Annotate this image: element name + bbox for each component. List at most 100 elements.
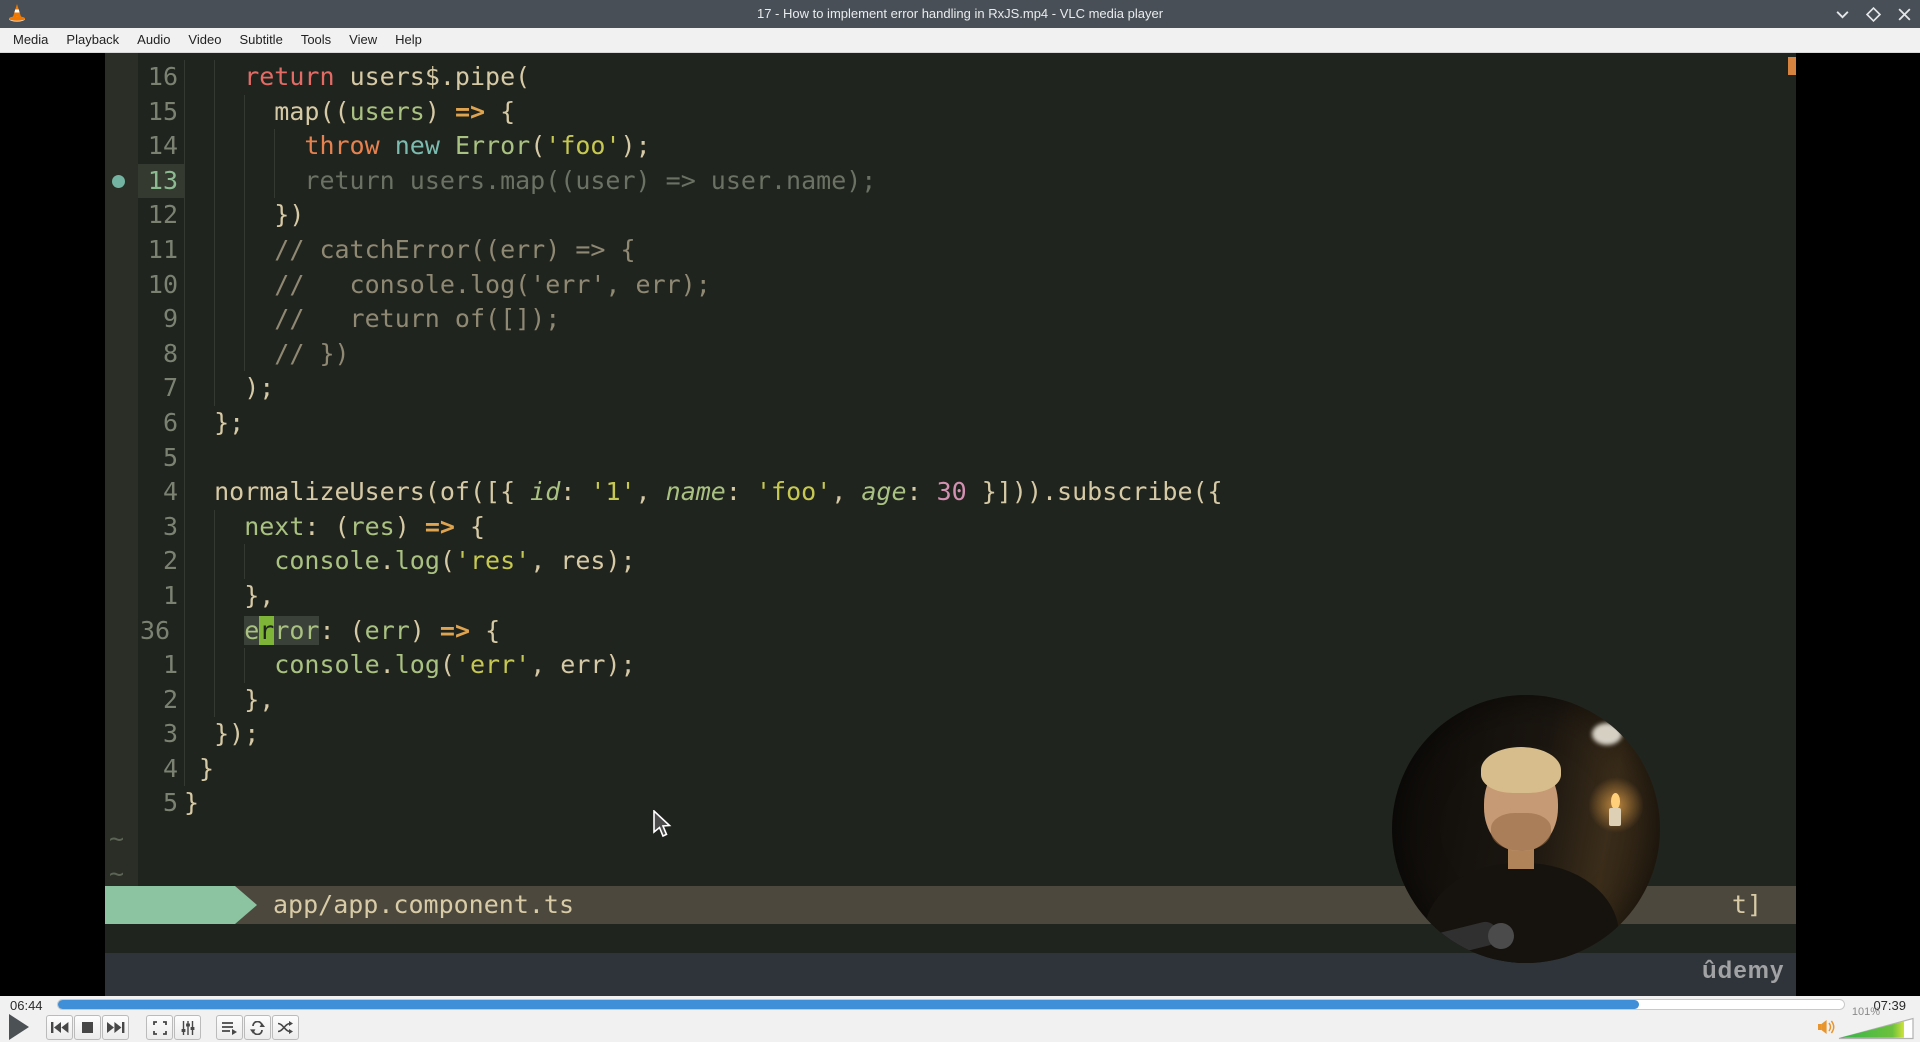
code-token: e	[244, 615, 260, 645]
code-text: })	[184, 198, 304, 233]
code-token: // })	[274, 338, 350, 368]
line-number: 11	[147, 234, 178, 264]
code-token: }	[199, 753, 215, 783]
code-text: );	[184, 371, 274, 406]
code-line: 6};	[105, 405, 1796, 441]
menu-item-audio[interactable]: Audio	[128, 28, 179, 52]
code-token: res	[349, 511, 395, 541]
menu-item-tools[interactable]: Tools	[292, 28, 340, 52]
next-button[interactable]	[102, 1015, 129, 1040]
menu-item-subtitle[interactable]: Subtitle	[230, 28, 291, 52]
sign-cell	[105, 544, 138, 579]
minimize-icon[interactable]	[1835, 7, 1850, 22]
play-icon	[9, 1014, 29, 1040]
code-token: , res);	[530, 546, 636, 576]
code-line: 7);	[105, 371, 1796, 406]
code-text: }	[184, 786, 199, 821]
code-token: throw	[304, 131, 380, 161]
play-button[interactable]	[8, 1014, 38, 1040]
seek-row: 06:44 07:39	[0, 996, 1920, 1014]
sign-cell	[105, 683, 138, 718]
line-number: 7	[162, 373, 178, 403]
menu-item-help[interactable]: Help	[386, 28, 431, 52]
code-text: throw new Error('foo');	[184, 129, 651, 164]
code-text: return users$.pipe(	[184, 60, 530, 95]
code-token: :	[560, 477, 591, 507]
video-area[interactable]: 16 return users$.pipe(15 map((users) => {1…	[0, 53, 1920, 1035]
seek-bar-fill	[58, 1000, 1639, 1009]
menu-item-media[interactable]: Media	[4, 28, 57, 52]
code-token: (	[530, 131, 546, 161]
code-token: : (	[304, 511, 350, 541]
code-token: =>	[424, 511, 455, 541]
code-line: 1 console.log('err', err);	[105, 648, 1796, 683]
sign-cell	[105, 198, 138, 233]
statusline-right-text: t]	[1731, 890, 1762, 919]
code-text: error: (err) => {	[184, 613, 501, 649]
line-number: 1	[162, 580, 178, 610]
code-text: // catchError((err) => {	[184, 232, 636, 268]
menu-item-playback[interactable]: Playback	[57, 28, 128, 52]
maximize-icon[interactable]	[1866, 6, 1881, 22]
stop-button[interactable]	[74, 1015, 101, 1040]
code-token: )	[394, 511, 425, 541]
code-line: 14 throw new Error('foo');	[105, 129, 1796, 164]
line-number: 2	[162, 684, 178, 714]
volume-slider[interactable]	[1838, 1017, 1914, 1040]
fullscreen-icon	[152, 1020, 167, 1035]
code-token: .	[379, 546, 395, 576]
player-controls: 101%	[0, 1006, 1920, 1042]
code-token: : (	[319, 615, 365, 645]
loop-button[interactable]	[244, 1015, 271, 1040]
line-number: 4	[162, 753, 178, 783]
code-token: };	[214, 407, 245, 437]
candle-flame	[1611, 793, 1620, 809]
statusline-arrow	[235, 886, 257, 924]
previous-icon	[50, 1022, 68, 1033]
webcam-overlay	[1392, 695, 1660, 963]
volume-area: 101%	[1810, 1006, 1920, 1042]
seek-bar[interactable]	[57, 999, 1845, 1010]
statusline-mode-segment	[105, 886, 235, 924]
code-line: 1},	[105, 578, 1796, 614]
sign-cell	[105, 371, 138, 406]
code-token: }])).subscribe({	[966, 477, 1223, 507]
window-title: 17 - How to implement error handling in …	[756, 6, 1164, 21]
code-token: name	[665, 477, 726, 507]
code-token: // catchError((err) => {	[274, 234, 636, 264]
close-icon[interactable]	[1897, 7, 1912, 22]
code-token: id	[530, 477, 561, 507]
fullscreen-button[interactable]	[146, 1015, 173, 1040]
code-token: 'err'	[454, 650, 531, 680]
previous-button[interactable]	[46, 1015, 73, 1040]
speaker-icon[interactable]	[1818, 1019, 1836, 1035]
playlist-button[interactable]	[216, 1015, 243, 1040]
menu-item-view[interactable]: View	[340, 28, 386, 52]
code-token: 'foo'	[545, 131, 621, 161]
code-token: }	[184, 788, 200, 818]
code-token: log	[394, 546, 440, 576]
menu-item-video[interactable]: Video	[179, 28, 230, 52]
code-token: {	[470, 615, 501, 645]
code-line: 9 // return of([]);	[105, 302, 1796, 337]
line-number: 3	[162, 511, 178, 541]
extended-settings-button[interactable]	[174, 1015, 201, 1040]
line-number: 14	[147, 131, 178, 161]
code-token: // return of([]);	[274, 304, 561, 334]
code-token: },	[244, 684, 275, 714]
line-number: 4	[162, 477, 178, 507]
code-text: normalizeUsers(of([{ id: '1', name: 'foo…	[184, 475, 1223, 510]
sign-cell	[105, 717, 138, 752]
shuffle-button[interactable]	[272, 1015, 299, 1040]
candle-body	[1609, 808, 1621, 826]
line-number: 2	[162, 546, 178, 576]
title-bar[interactable]: 17 - How to implement error handling in …	[0, 0, 1920, 28]
code-token: '1'	[590, 477, 636, 507]
sign-cell	[105, 95, 138, 130]
udemy-watermark: ûdemy	[1702, 957, 1785, 984]
code-token: =>	[454, 96, 486, 126]
line-number: 13	[138, 163, 184, 199]
code-token: return users.map((user) => user.name);	[304, 165, 877, 195]
code-token: err	[364, 615, 410, 645]
code-token: });	[214, 719, 260, 749]
